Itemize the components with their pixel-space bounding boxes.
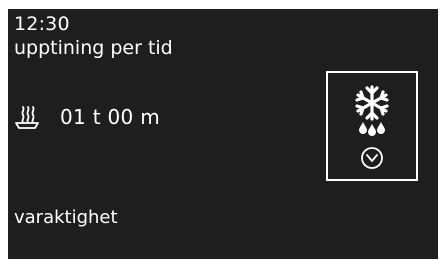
- field-label: varaktighet: [14, 207, 118, 228]
- program-name: upptining per tid: [14, 37, 173, 59]
- defrost-program-button[interactable]: [326, 71, 418, 181]
- food-dish-icon: [14, 103, 40, 131]
- defrost-by-time-icon: [355, 85, 389, 169]
- duration-setting[interactable]: 01 t 00 m: [14, 103, 160, 131]
- duration-value: 01 t 00 m: [60, 105, 160, 129]
- oven-display: 12:30 upptining per tid 01 t 00 m varakt…: [8, 9, 438, 259]
- clock-time: 12:30: [14, 13, 70, 35]
